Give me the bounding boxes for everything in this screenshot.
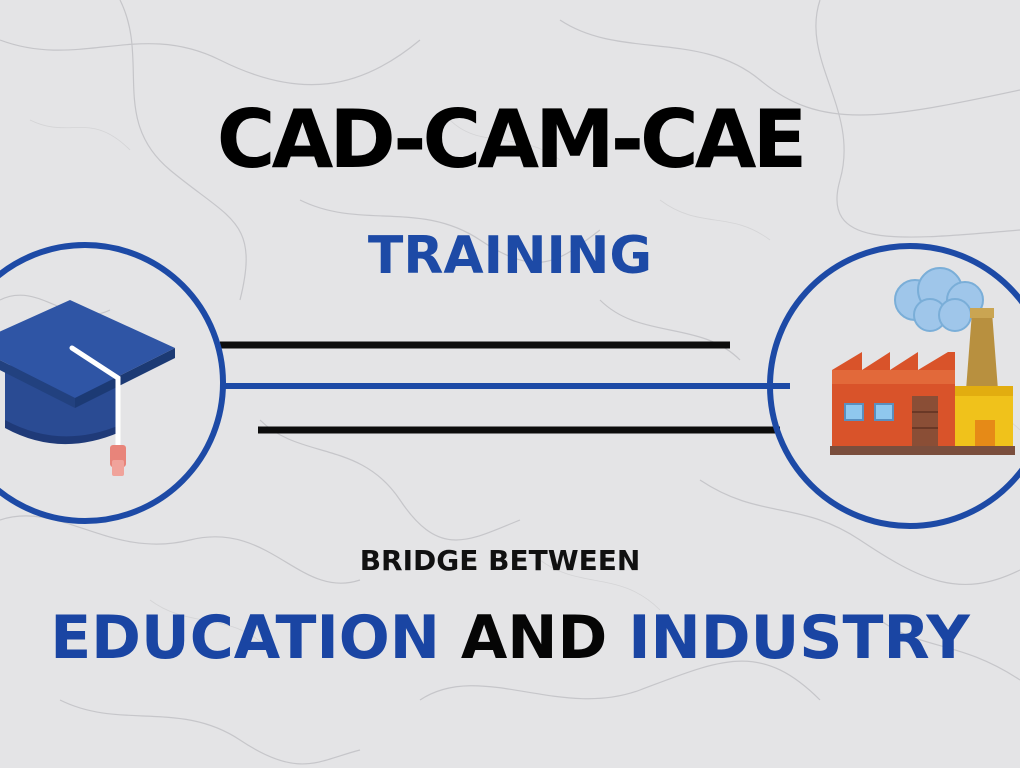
factory-icon: [830, 267, 1015, 455]
page-subtitle: TRAINING: [367, 226, 653, 286]
tagline-industry: INDUSTRY: [628, 603, 970, 673]
tagline: EDUCATION AND INDUSTRY: [0, 608, 1020, 668]
tagline-and: AND: [460, 603, 608, 673]
poster-canvas: CAD-CAM-CAE TRAINING BRIDGE BETWEEN EDUC…: [0, 0, 1020, 768]
bridge-label: BRIDGE BETWEEN: [359, 544, 641, 577]
graduation-cap-icon: [0, 300, 175, 476]
page-title: CAD-CAM-CAE: [216, 93, 807, 186]
tagline-education: EDUCATION: [50, 603, 440, 673]
